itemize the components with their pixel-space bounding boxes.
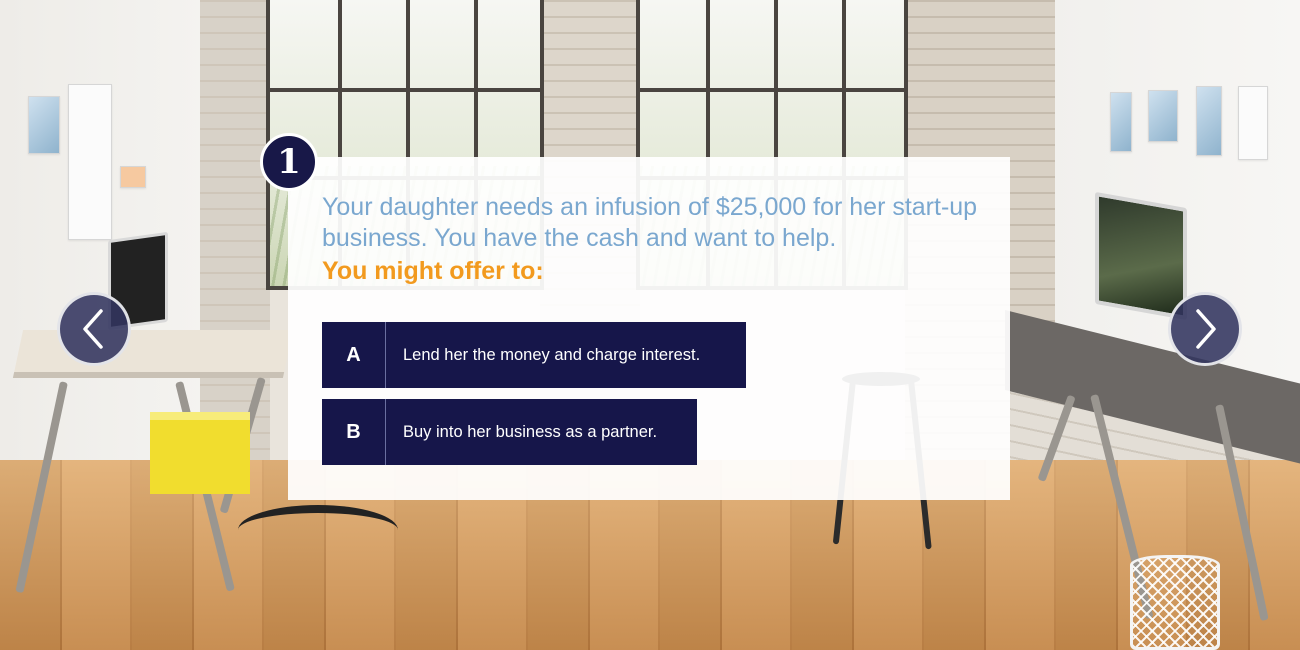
office-chair <box>238 505 398 555</box>
sticky-notes <box>120 166 146 188</box>
answer-text: Buy into her business as a partner. <box>403 422 658 441</box>
wall-picture <box>1148 90 1178 142</box>
question-prompt: You might offer to: <box>322 257 544 285</box>
previous-button[interactable] <box>57 292 131 366</box>
chevron-right-icon <box>1196 309 1216 349</box>
wall-picture <box>1110 92 1132 152</box>
monitor-right <box>1095 191 1187 321</box>
answer-option-b[interactable]: B Buy into her business as a partner. <box>322 399 697 465</box>
answer-option-a[interactable]: A Lend her the money and charge interest… <box>322 322 746 388</box>
chevron-left-icon <box>83 309 103 349</box>
next-button[interactable] <box>1168 292 1242 366</box>
answer-letter: B <box>322 399 386 465</box>
yellow-storage-box <box>150 412 250 494</box>
wall-picture <box>28 96 60 154</box>
wall-poster <box>68 84 112 240</box>
wall-picture <box>1196 86 1222 156</box>
brick-column-left <box>200 0 270 480</box>
wastebasket <box>1130 555 1220 650</box>
wall-poster <box>1238 86 1268 160</box>
answer-letter: A <box>322 322 386 388</box>
desk-left <box>12 330 294 378</box>
answer-text: Lend her the money and charge interest. <box>403 345 701 364</box>
question-text: Your daughter needs an infusion of $25,0… <box>322 193 978 252</box>
question-number-badge: 1 <box>260 133 318 191</box>
